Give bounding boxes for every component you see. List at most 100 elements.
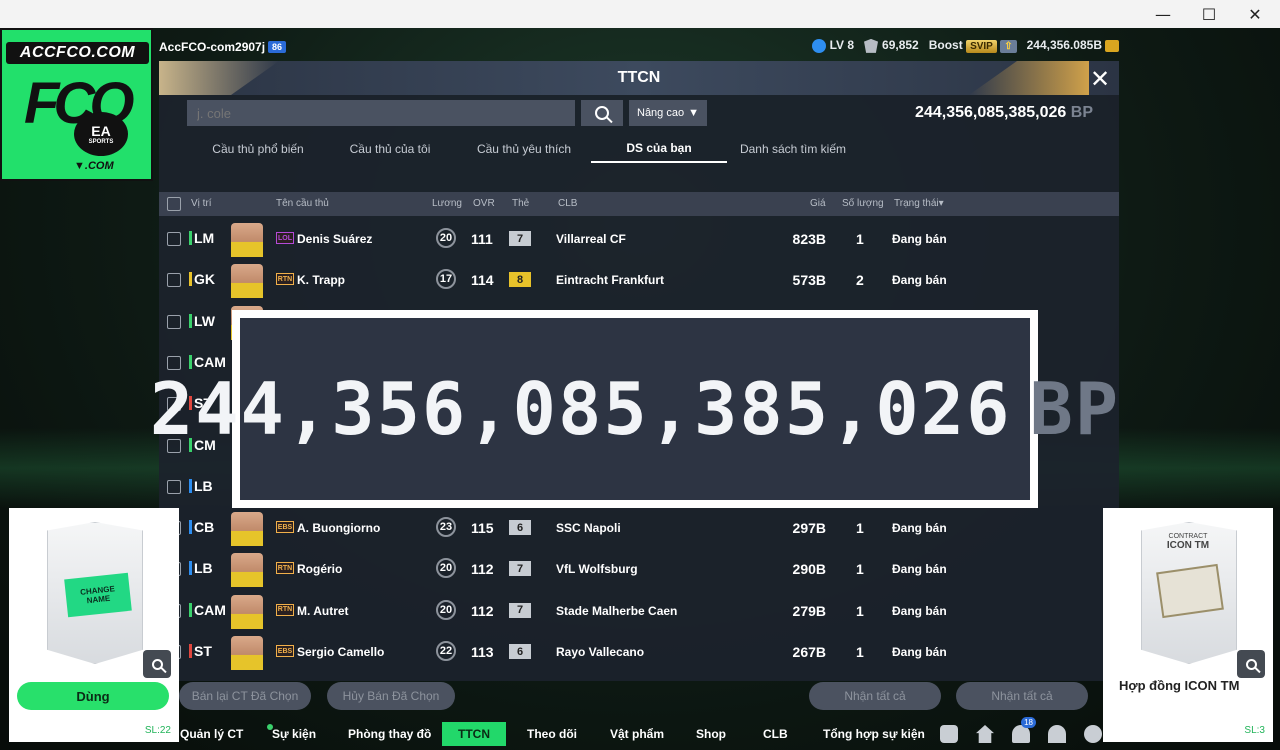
listing-price: 279B: [792, 602, 826, 619]
header-decoration-left: [159, 61, 279, 95]
table-row[interactable]: CB EBS A. Buongiorno 23 115 6 SSC Napoli 297B 1 Đ…: [159, 508, 1119, 549]
home-count-badge: 2: [989, 725, 994, 728]
nav-shop[interactable]: Shop: [696, 718, 726, 750]
listing-status: Đang bán: [892, 273, 947, 288]
table-row[interactable]: GK RTN K. Trapp 17 114 8 Eintracht Frankfurt 57…: [159, 260, 1119, 301]
card-grade-badge: 7: [509, 602, 531, 618]
listing-quantity: 1: [856, 520, 864, 537]
player-name: K. Trapp: [297, 273, 346, 288]
tab-popular-players[interactable]: Cầu thủ phổ biến: [203, 135, 313, 163]
inspect-item-button[interactable]: [1237, 650, 1265, 678]
col-position[interactable]: Vị trí: [191, 198, 212, 209]
change-name-ticket: CHANGE NAME: [64, 572, 132, 618]
player-position: LB: [189, 478, 213, 493]
row-checkbox[interactable]: [167, 314, 181, 329]
chat-icon[interactable]: [940, 725, 958, 743]
player-name: A. Buongiorno: [297, 521, 381, 536]
player-avatar: [231, 223, 263, 257]
player-position: GK: [189, 272, 215, 287]
table-row[interactable]: ST EBS Sergio Camello 22 113 6 Rayo Vallecano 2…: [159, 632, 1119, 673]
player-salary: 17: [436, 269, 456, 290]
level-icon: [811, 38, 826, 53]
bp-balance-display: 244,356.085B: [1027, 38, 1119, 52]
use-item-button[interactable]: Dùng: [17, 682, 169, 710]
player-position: CAM: [189, 602, 226, 617]
tab-my-players[interactable]: Cầu thủ của tôi: [335, 135, 445, 163]
nav-locker-room[interactable]: Phòng thay đồ: [348, 718, 431, 750]
close-panel-icon[interactable]: ✕: [1087, 65, 1113, 93]
col-price[interactable]: Giá: [810, 198, 826, 209]
close-window-button[interactable]: ✕: [1232, 0, 1278, 28]
col-ovr[interactable]: OVR: [473, 198, 495, 209]
card-grade-badge: 7: [509, 231, 531, 246]
tab-search-list[interactable]: Danh sách tìm kiếm: [733, 135, 853, 163]
row-checkbox[interactable]: [167, 232, 181, 246]
nav-squad-management[interactable]: Quản lý CT: [180, 718, 243, 750]
nav-events[interactable]: Sự kiện: [267, 718, 316, 750]
bp-total-balance: 244,356,085,385,026 BP: [915, 104, 1093, 122]
table-row[interactable]: LB RTN Rogério 20 112 7 VfL Wolfsburg 290B 1 Đang…: [159, 549, 1119, 590]
search-button[interactable]: [581, 100, 623, 126]
player-ovr: 115: [471, 520, 494, 537]
home-icon[interactable]: 2: [976, 725, 994, 743]
window-titlebar: — ☐ ✕: [0, 0, 1280, 28]
col-status[interactable]: Trạng thái▾: [894, 198, 944, 209]
logo-com-text: ▼.COM: [74, 160, 114, 172]
tab-favorite-players[interactable]: Cầu thủ yêu thích: [469, 135, 579, 163]
listing-quantity: 1: [856, 644, 864, 660]
minimize-button[interactable]: —: [1140, 0, 1186, 28]
search-icon: [595, 106, 609, 120]
market-tabs: Cầu thủ phổ biến Cầu thủ của tôi Cầu thủ…: [159, 135, 1119, 163]
zoomed-balance-unit: BP: [1029, 367, 1121, 451]
panel-header: TTCN ✕: [159, 61, 1119, 95]
bell-icon[interactable]: 18: [1012, 717, 1036, 743]
nav-items[interactable]: Vật phẩm: [610, 718, 664, 750]
nav-transfer-market[interactable]: TTCN: [442, 722, 506, 746]
header-decoration-right: [969, 61, 1089, 95]
cancel-selected-button[interactable]: Hủy Bán Đã Chọn: [327, 682, 455, 710]
shield-icon: [864, 38, 879, 53]
player-search-input[interactable]: [187, 100, 575, 126]
zoomed-balance-value: 244,356,085,385,026: [149, 367, 1012, 451]
resell-selected-button[interactable]: Bán lại CT Đã Chọn: [179, 682, 311, 710]
season-badge: RTN: [276, 562, 294, 575]
season-badge: RTN: [276, 603, 294, 616]
col-quantity[interactable]: Số lượng: [842, 198, 884, 209]
contract-title: CONTRACT ICON TM: [1158, 532, 1218, 551]
nav-watchlist[interactable]: Theo dõi: [527, 718, 577, 750]
col-card[interactable]: Thẻ: [512, 198, 529, 209]
maximize-button[interactable]: ☐: [1186, 0, 1232, 28]
row-checkbox[interactable]: [167, 479, 181, 494]
nav-event-summary[interactable]: Tổng hợp sự kiện: [823, 718, 925, 750]
contract-big-label: ICON TM: [1166, 540, 1210, 551]
change-name-line2: NAME: [86, 593, 111, 606]
contract-small-label: CONTRACT: [1168, 533, 1208, 540]
inspect-item-button[interactable]: [143, 650, 171, 678]
zoomed-balance: 244,356,085,385,026 BP: [150, 318, 1118, 500]
table-row[interactable]: LM LOL Denis Suárez 20 111 7 Villarreal CF 823B…: [159, 219, 1119, 260]
select-all-checkbox[interactable]: [167, 197, 181, 211]
player-position: LW: [189, 313, 215, 328]
table-row[interactable]: CAM RTN M. Autret 20 112 7 Stade Malherbe Caen…: [159, 591, 1119, 632]
advanced-filter-dropdown[interactable]: Nâng cao ▼: [629, 100, 707, 126]
level-display: LV 8: [811, 38, 854, 53]
col-name[interactable]: Tên cầu thủ: [276, 198, 329, 209]
player-position: LM: [189, 231, 214, 245]
site-logo: ACCFCO.COM FCO EA SPORTS ▼.COM: [0, 28, 153, 181]
col-club[interactable]: CLB: [558, 198, 577, 209]
user-icon[interactable]: [1048, 725, 1066, 743]
row-checkbox[interactable]: [167, 273, 181, 288]
boost-display[interactable]: Boost SVIP ⇧: [928, 38, 1017, 54]
collect-all-button-1[interactable]: Nhận tất cả: [809, 682, 941, 710]
gear-icon[interactable]: [1084, 725, 1102, 743]
collect-all-button-2[interactable]: Nhận tất cả: [956, 682, 1088, 710]
nav-club[interactable]: CLB: [763, 718, 788, 750]
col-salary[interactable]: Lương: [432, 198, 462, 209]
bp-total-value: 244,356,085,385,026: [915, 104, 1067, 121]
boost-label: Boost: [928, 38, 963, 53]
season-badge: EBS: [276, 645, 294, 657]
player-avatar: [231, 512, 263, 547]
logo-top-text: ACCFCO.COM: [6, 42, 149, 64]
tab-your-list[interactable]: DS của bạn: [591, 135, 727, 163]
panel-title: TTCN: [617, 69, 661, 86]
